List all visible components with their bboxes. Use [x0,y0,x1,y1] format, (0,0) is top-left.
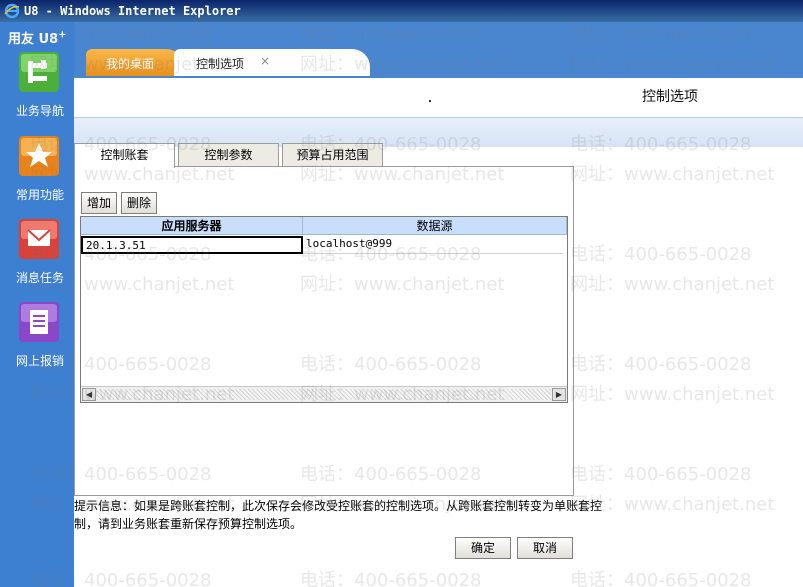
tab-my-desktop-label: 我的桌面 [106,57,155,71]
tab-budget-scope-label: 预算占用范围 [296,148,369,162]
business-nav-icon [19,52,59,92]
nav-label-expense: 网上报销 [15,354,64,368]
nav-label-messages: 消息任务 [15,271,64,285]
header-dot [429,100,431,102]
scroll-right-icon[interactable]: ▶ [552,388,566,401]
star-icon [19,136,59,176]
tab-control-params[interactable]: 控制参数 [178,143,279,167]
ok-button[interactable]: 确定 [455,537,511,559]
ie-logo-icon [4,3,20,19]
tab-control-options[interactable]: 控制选项 × [174,49,370,76]
tab-control-accounts-label: 控制账套 [100,148,149,162]
tab-control-accounts[interactable]: 控制账套 [74,143,175,168]
brand-logo: 用友 U8+ [8,29,67,47]
nav-item-business[interactable]: 业务导航 [0,52,74,132]
scroll-left-icon[interactable]: ◀ [82,388,96,401]
data-grid[interactable]: 应用服务器 数据源 20.1.3.51 localhost@999 ◀ ▶ [80,216,568,403]
watermark-phone: 电话：400-665-0028 [570,354,752,375]
tab-control-options-label: 控制选项 [196,57,245,71]
close-icon[interactable]: × [260,54,270,68]
tab-control-params-label: 控制参数 [204,148,253,162]
left-nav-sidebar: 用友 U8+ 业务导航 常用功能 消息任务 网上报销 [0,22,74,587]
column-header-data-source[interactable]: 数据源 [303,217,567,235]
nav-label-favorites: 常用功能 [15,188,64,202]
hint-message: 提示信息：如果是跨账套控制，此次保存会修改受控账套的控制选项。从跨账套控制转变为… [74,499,603,531]
window-title: U8 - Windows Internet Explorer [24,4,241,18]
tab-my-desktop[interactable]: 我的桌面 [86,49,184,76]
watermark-site: 网址：www.chanjet.net [570,164,775,185]
watermark-phone: 电话：400-665-0028 [570,464,752,485]
page-tab-strip: 我的桌面 控制选项 × [74,22,803,78]
add-button[interactable]: 增加 [81,192,117,214]
watermark-phone: 电话：400-665-0028 [570,570,752,587]
horizontal-scrollbar[interactable]: ◀ ▶ [81,386,567,402]
nav-item-messages[interactable]: 消息任务 [0,219,74,299]
tab-budget-scope[interactable]: 预算占用范围 [282,143,383,167]
watermark-site: 网址：www.chanjet.net [570,384,775,405]
cell-data-source[interactable]: localhost@999 [303,236,563,254]
watermark-site: 网址：www.chanjet.net [570,274,775,295]
watermark-phone: 电话：400-665-0028 [570,244,752,265]
page-header: 控制选项 [74,78,803,120]
nav-label-business: 业务导航 [15,104,64,118]
window-title-bar: U8 - Windows Internet Explorer [0,0,803,22]
nav-item-favorites[interactable]: 常用功能 [0,136,74,216]
page-title: 控制选项 [642,89,698,105]
nav-item-expense[interactable]: 网上报销 [0,302,74,382]
scrollbar-track[interactable] [97,389,551,400]
mail-icon [19,219,59,259]
watermark-phone: 电话：400-665-0028 [300,570,482,587]
cell-app-server[interactable]: 20.1.3.51 [81,236,303,254]
document-icon [19,302,59,342]
column-header-app-server[interactable]: 应用服务器 [81,217,303,235]
delete-button[interactable]: 删除 [121,192,157,214]
cancel-button[interactable]: 取消 [517,537,573,559]
